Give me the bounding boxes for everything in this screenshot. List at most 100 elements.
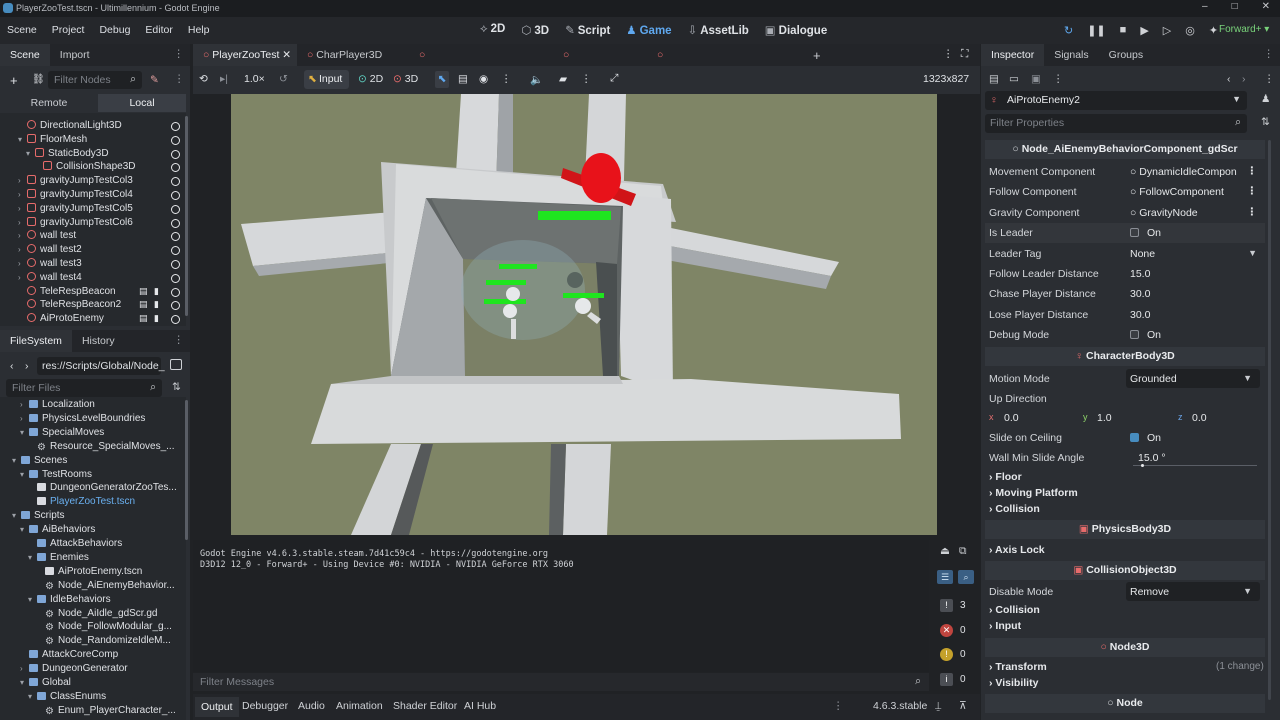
scene-node-item[interactable]: AiProtoEnemy (18, 312, 104, 326)
clapper-icon[interactable]: ▤ (139, 299, 148, 310)
node-path-field[interactable]: ○ FollowComponent (1130, 186, 1224, 198)
dock-menu-icon[interactable]: ⋮ (174, 334, 185, 346)
node-section[interactable]: ○ Node (985, 694, 1265, 713)
scene-node-item[interactable]: › gravityJumpTestCol5 (18, 202, 133, 216)
tab-scene[interactable]: Scene (0, 44, 50, 66)
expand-arrow-icon[interactable]: › (18, 188, 27, 202)
expand-arrow-icon[interactable]: ▾ (20, 523, 29, 537)
script-icon[interactable]: ▮ (154, 299, 159, 310)
expand-arrow-icon[interactable]: › (18, 216, 27, 230)
collision-group[interactable]: › Collision (989, 503, 1040, 515)
file-item[interactable]: ⚙ Node_AiEnemyBehavior... (36, 579, 175, 593)
visibility-icon[interactable]: ◉ (479, 73, 488, 85)
up-z-field[interactable]: 0.0 (1192, 412, 1207, 424)
editor-tab[interactable]: ○ DungeonGeneratorZooTest (647, 44, 784, 83)
scene-node-item[interactable]: › wall test3 (18, 257, 82, 271)
visibility-eye-icon[interactable] (171, 218, 180, 228)
split-view-icon[interactable] (170, 359, 182, 370)
file-item[interactable]: ▾ IdleBehaviors (28, 593, 111, 607)
save-resource-icon[interactable]: ▣ (1031, 73, 1041, 85)
scene-tree-scrollbar[interactable] (185, 116, 188, 316)
mode-2d[interactable]: ⟡ 2D (480, 23, 505, 37)
tab-animation[interactable]: Animation (336, 700, 383, 712)
script-section-header[interactable]: ○ Node_AiEnemyBehaviorComponent_gdScr (985, 140, 1265, 159)
property-number-field[interactable]: 30.0 (1130, 288, 1150, 300)
property-number-field[interactable]: 15.0 (1130, 268, 1150, 280)
filter-messages-input[interactable]: Filter Messages ⌕ (193, 673, 929, 691)
tab-inspector[interactable]: Inspector (981, 44, 1045, 66)
motion-mode-select[interactable]: Grounded ▼ (1126, 369, 1260, 388)
mode-3d[interactable]: ⬡ 3D (521, 23, 549, 37)
script-attach-icon[interactable]: ✎ (150, 74, 159, 86)
scene-node-item[interactable]: TeleRespBeacon (18, 285, 116, 299)
close-window-button[interactable]: ✕ (1262, 1, 1270, 12)
expand-arrow-icon[interactable]: › (18, 243, 27, 257)
scene-node-item[interactable]: › gravityJumpTestCol3 (18, 174, 133, 188)
tab-import[interactable]: Import (50, 44, 100, 66)
expand-arrow-icon[interactable]: › (20, 412, 29, 426)
mode-script[interactable]: ✎ Script (565, 23, 610, 37)
file-item[interactable]: ⚙ Node_RandomizeIdleM... (36, 634, 171, 648)
file-item[interactable]: ⚙ Node_FollowModular_g... (36, 620, 172, 634)
clear-output-icon[interactable]: ⏏ (940, 545, 950, 557)
property-menu-icon[interactable]: ⋮ (1247, 185, 1258, 197)
maximize-button[interactable]: □ (1232, 1, 1238, 12)
property-checkbox[interactable]: On (1130, 329, 1161, 341)
play-custom-icon[interactable]: ▷ (1163, 24, 1171, 37)
visibility-eye-icon[interactable] (171, 149, 180, 159)
list-select-icon[interactable]: ▤ (458, 73, 468, 85)
file-item[interactable]: ⚙ Node_AiIdle_gdScr.gd (36, 607, 158, 621)
errors-filter[interactable]: ✕ 0 (938, 623, 974, 639)
collapse-icon[interactable]: ☰ (937, 570, 953, 584)
expand-arrow-icon[interactable]: › (20, 662, 29, 676)
resource-menu-icon[interactable]: ⋮ (1053, 73, 1064, 85)
suspend-icon[interactable]: ⟲ (199, 73, 208, 85)
history-back-icon[interactable]: ‹ (1227, 73, 1231, 85)
search-output-icon[interactable]: ⌕ (958, 570, 974, 584)
visibility-eye-icon[interactable] (171, 232, 180, 242)
file-item[interactable]: › DungeonGenerator (20, 662, 128, 676)
distraction-free-icon[interactable]: ⛶ (961, 48, 968, 61)
scene-node-item[interactable]: › gravityJumpTestCol4 (18, 188, 133, 202)
expand-arrow-icon[interactable]: ▾ (28, 551, 37, 565)
file-item[interactable]: DungeonGeneratorZooTes... (28, 481, 177, 495)
node-info-icon[interactable]: ♟ (1261, 93, 1270, 105)
collision-group-2[interactable]: › Collision (989, 604, 1040, 616)
play-scene-icon[interactable]: ▶ (1140, 24, 1148, 37)
menu-editor[interactable]: Editor (145, 24, 172, 36)
property-checkbox[interactable]: On (1130, 227, 1161, 239)
expand-panel-icon[interactable]: ⊼ (959, 700, 967, 712)
menu-project[interactable]: Project (52, 24, 85, 36)
node3d-section[interactable]: ○ Node3D (985, 638, 1265, 657)
expand-arrow-icon[interactable]: ▾ (28, 593, 37, 607)
tab-audio[interactable]: Audio (298, 700, 325, 712)
scene-node-item[interactable]: › wall test2 (18, 243, 82, 257)
renderer-select[interactable]: Forward+ ▾ (1219, 24, 1269, 35)
tabs-menu-icon[interactable]: ⋮ (943, 48, 954, 60)
file-item[interactable]: › PhysicsLevelBoundries (20, 412, 145, 426)
file-item[interactable]: ⚙ Resource_SpecialMoves_... (28, 440, 174, 454)
expand-arrow-icon[interactable]: ▾ (26, 147, 35, 161)
visibility-eye-icon[interactable] (171, 315, 180, 325)
dock-menu-icon[interactable]: ⋮ (1264, 48, 1275, 60)
node-path-field[interactable]: ○ GravityNode (1130, 207, 1198, 219)
visibility-group[interactable]: › Visibility (989, 677, 1038, 689)
scene-node-item[interactable]: ▾ FloorMesh (18, 133, 87, 147)
editor-tab[interactable]: ○ AiProtoEnemy (553, 44, 647, 83)
file-item[interactable]: ▾ Scenes (12, 454, 67, 468)
transform-group[interactable]: › Transform (989, 661, 1047, 673)
script-icon[interactable]: ▮ (154, 313, 159, 324)
visibility-eye-icon[interactable] (171, 260, 180, 269)
expand-arrow-icon[interactable]: ▾ (28, 690, 37, 704)
filter-nodes-input[interactable]: Filter Nodes ⌕ (48, 71, 142, 89)
expand-arrow-icon[interactable]: ▾ (12, 454, 21, 468)
menu-scene[interactable]: Scene (7, 24, 37, 36)
editor-tab[interactable]: ○ CharPlayer3D (297, 44, 409, 66)
scene-node-item[interactable]: › gravityJumpTestCol6 (18, 216, 133, 230)
file-item[interactable]: AiProtoEnemy.tscn (36, 565, 142, 579)
file-item[interactable]: PlayerZooTest.tscn (28, 495, 135, 509)
input-group[interactable]: › Input (989, 620, 1021, 632)
editor-tab[interactable]: ○ indie_player_pos_camera_3d (409, 44, 557, 83)
local-tab[interactable]: Local (98, 94, 186, 112)
audio-mute-icon[interactable]: 🔈 (530, 73, 543, 86)
